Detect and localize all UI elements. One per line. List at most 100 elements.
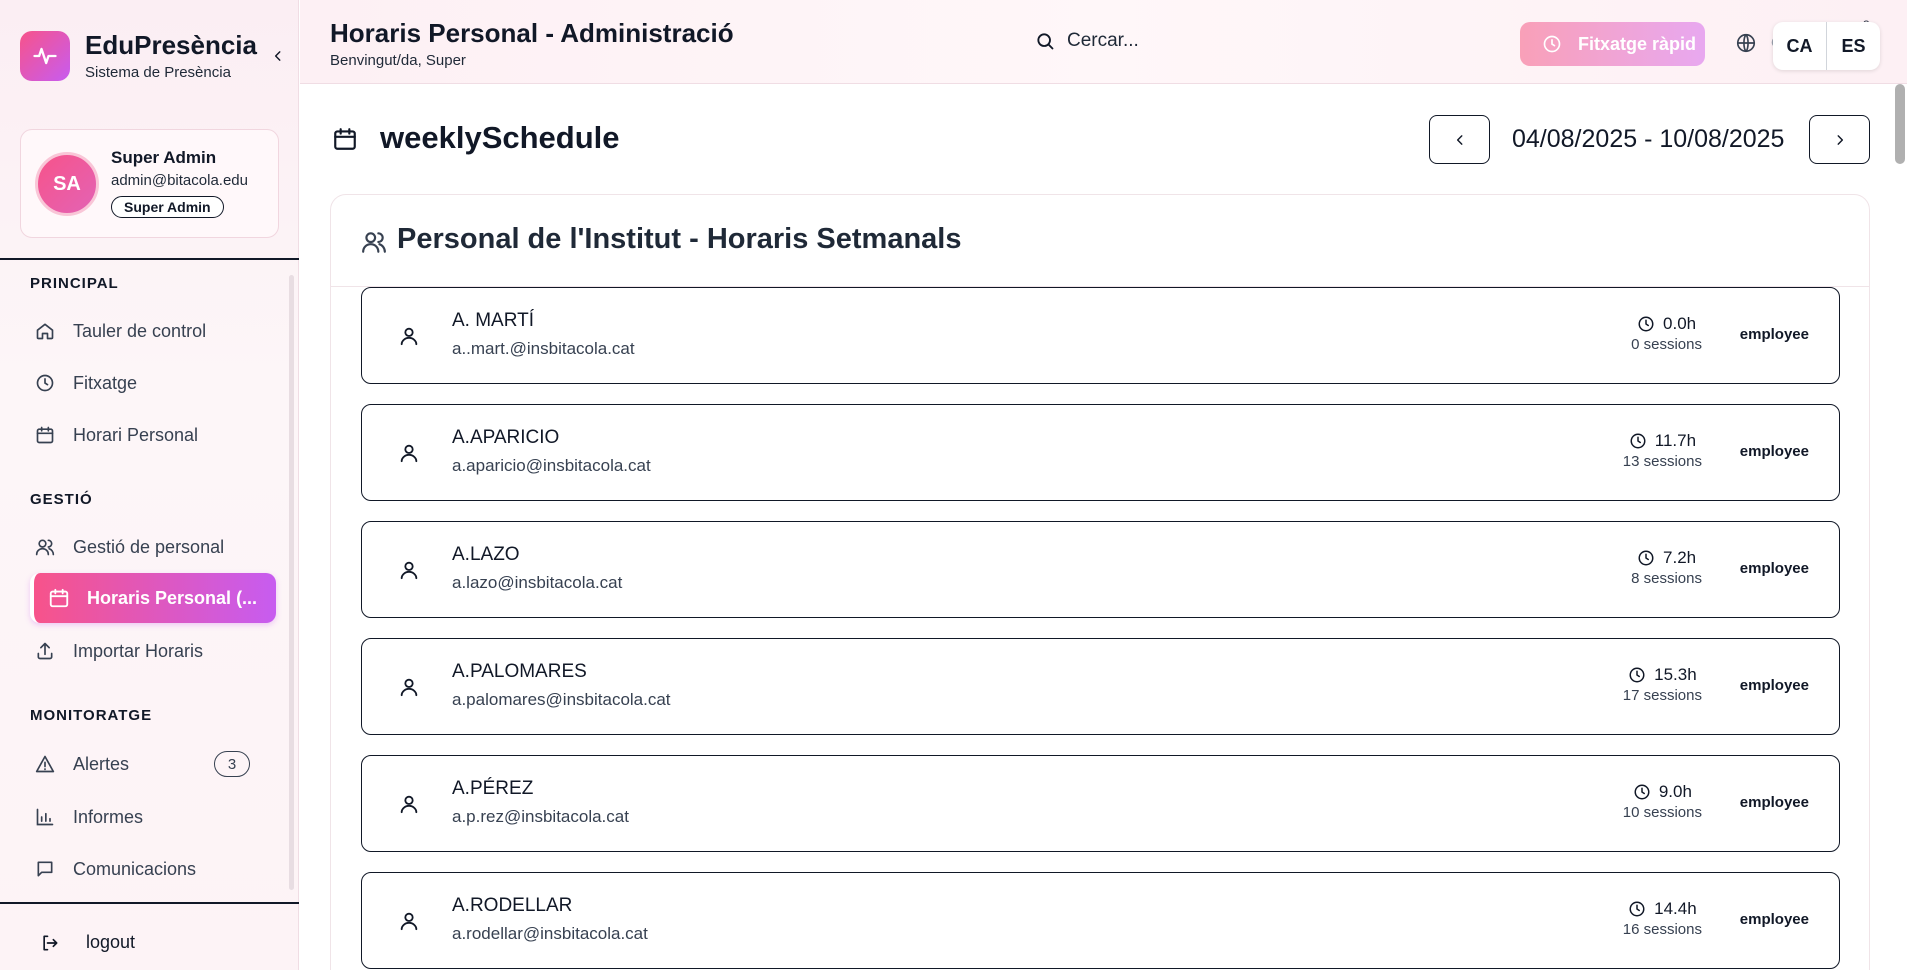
divider: [0, 902, 299, 904]
home-icon: [34, 320, 56, 342]
staff-hours: 14.4h 16 sessions: [1623, 899, 1702, 938]
clock-icon: [1628, 666, 1646, 684]
quick-clock-label: Fitxatge ràpid: [1578, 33, 1697, 54]
brand-subtitle: Sistema de Presència: [85, 64, 231, 81]
staff-role: employee: [1739, 326, 1809, 343]
staff-hours: 7.2h 8 sessions: [1631, 548, 1702, 587]
sidebar-item-import-schedules[interactable]: Importar Horaris: [30, 626, 276, 676]
sidebar-item-label: Alertes: [73, 753, 130, 774]
language-option-es[interactable]: ES: [1827, 22, 1880, 70]
message-icon: [34, 858, 56, 880]
hours-value: 0.0h: [1663, 314, 1697, 333]
section-label-principal: PRINCIPAL: [30, 275, 119, 292]
clock-icon: [1637, 549, 1655, 567]
section-label-gestio: GESTIÓ: [30, 491, 93, 508]
calendar-icon: [48, 587, 70, 609]
language-switcher[interactable]: CA ES: [1773, 22, 1880, 70]
chevron-left-icon: [1456, 134, 1462, 145]
bar-chart-icon: [34, 806, 56, 828]
sidebar-item-alerts[interactable]: Alertes 3: [30, 739, 276, 789]
sidebar-item-communications[interactable]: Comunicacions: [30, 844, 276, 894]
welcome-text: Benvingut/da, Super: [330, 52, 466, 69]
staff-email: a.aparicio@insbitacola.cat: [452, 456, 651, 475]
logout-button[interactable]: logout: [40, 932, 135, 953]
staff-name: A. MARTÍ: [452, 310, 534, 331]
staff-role: employee: [1739, 677, 1809, 694]
user-card: SA Super Admin admin@bitacola.edu Super …: [20, 129, 279, 238]
collapse-sidebar-button[interactable]: [268, 46, 288, 66]
sidebar-item-label: Horaris Personal (...: [87, 587, 258, 608]
staff-name: A.RODELLAR: [452, 895, 573, 916]
sidebar-item-label: Gestió de personal: [73, 536, 225, 557]
clock-icon: [1637, 315, 1655, 333]
hours-value: 7.2h: [1663, 548, 1697, 567]
upload-icon: [34, 640, 56, 662]
staff-name: A.PALOMARES: [452, 661, 587, 682]
sessions-count: 17 sessions: [1622, 687, 1702, 704]
hours-value: 9.0h: [1658, 782, 1692, 801]
sidebar-item-label: Comunicacions: [73, 858, 197, 879]
sidebar-item-label: Horari Personal: [73, 424, 199, 445]
week-date-range: 04/08/2025 - 10/08/2025: [1512, 125, 1785, 153]
user-icon: [398, 324, 420, 348]
sidebar-item-dashboard[interactable]: Tauler de control: [30, 306, 276, 356]
sidebar-scrollbar[interactable]: [289, 275, 294, 890]
card-title: Personal de l'Institut - Horaris Setmana…: [397, 223, 962, 255]
previous-week-button[interactable]: [1429, 115, 1490, 164]
activity-logo-icon: [20, 31, 70, 81]
language-option-ca[interactable]: CA: [1773, 22, 1827, 70]
sidebar-item-reports[interactable]: Informes: [30, 792, 276, 842]
staff-role: employee: [1739, 794, 1809, 811]
user-icon: [398, 441, 420, 465]
staff-email: a.palomares@insbitacola.cat: [452, 690, 671, 709]
search-box[interactable]: Cercar...: [1035, 30, 1139, 52]
clock-icon: [34, 372, 56, 394]
calendar-icon: [332, 125, 358, 153]
logout-label: logout: [86, 932, 136, 952]
staff-name: A.LAZO: [452, 544, 520, 565]
divider: [0, 258, 299, 260]
top-header: Horaris Personal - Administració Benving…: [300, 0, 1907, 84]
staff-row[interactable]: A. MARTÍ a..mart.@insbitacola.cat 0.0h 0…: [361, 287, 1840, 384]
staff-hours: 0.0h 0 sessions: [1631, 314, 1702, 353]
search-input[interactable]: Cercar...: [1067, 30, 1139, 52]
clock-icon: [1628, 900, 1646, 918]
staff-row[interactable]: A.LAZO a.lazo@insbitacola.cat 7.2h 8 ses…: [361, 521, 1840, 618]
next-week-button[interactable]: [1809, 115, 1870, 164]
users-icon: [361, 229, 387, 255]
staff-row[interactable]: A.APARICIO a.aparicio@insbitacola.cat 11…: [361, 404, 1840, 501]
sidebar-item-staff-management[interactable]: Gestió de personal: [30, 522, 276, 572]
hours-value: 15.3h: [1654, 665, 1697, 684]
chevron-left-icon: [274, 51, 281, 61]
staff-row[interactable]: A.PALOMARES a.palomares@insbitacola.cat …: [361, 638, 1840, 735]
sidebar-item-clocking[interactable]: Fitxatge: [30, 358, 276, 408]
sidebar-item-personal-schedule[interactable]: Horari Personal: [30, 410, 276, 460]
staff-role: employee: [1739, 560, 1809, 577]
alerts-count-badge: 3: [214, 751, 250, 777]
user-icon: [398, 675, 420, 699]
staff-hours: 9.0h 10 sessions: [1623, 782, 1702, 821]
page-scrollbar[interactable]: [1895, 84, 1905, 164]
sessions-count: 16 sessions: [1622, 921, 1702, 938]
sidebar-item-label: Fitxatge: [73, 372, 138, 393]
clock-icon: [1629, 432, 1647, 450]
sidebar-item-staff-schedules[interactable]: Horaris Personal (...: [30, 573, 276, 623]
sessions-count: 13 sessions: [1622, 453, 1702, 470]
user-role-badge: Super Admin: [111, 196, 224, 218]
user-icon: [398, 909, 420, 933]
section-label-monitoratge: MONITORATGE: [30, 707, 153, 724]
user-email: admin@bitacola.edu: [111, 172, 248, 189]
search-icon: [1035, 31, 1055, 51]
quick-clock-button[interactable]: Fitxatge ràpid: [1520, 22, 1705, 66]
staff-row[interactable]: A.RODELLAR a.rodellar@insbitacola.cat 14…: [361, 872, 1840, 969]
card-header: Personal de l'Institut - Horaris Setmana…: [331, 195, 1869, 287]
globe-icon[interactable]: [1735, 32, 1757, 54]
clock-icon: [1633, 783, 1651, 801]
clock-icon: [1542, 34, 1562, 54]
staff-email: a.lazo@insbitacola.cat: [452, 573, 623, 592]
hours-value: 14.4h: [1654, 899, 1697, 918]
sidebar-item-label: Importar Horaris: [73, 640, 204, 661]
staff-row[interactable]: A.PÉREZ a.p.rez@insbitacola.cat 9.0h 10 …: [361, 755, 1840, 852]
logout-icon: [40, 933, 60, 953]
avatar: SA: [35, 152, 99, 216]
